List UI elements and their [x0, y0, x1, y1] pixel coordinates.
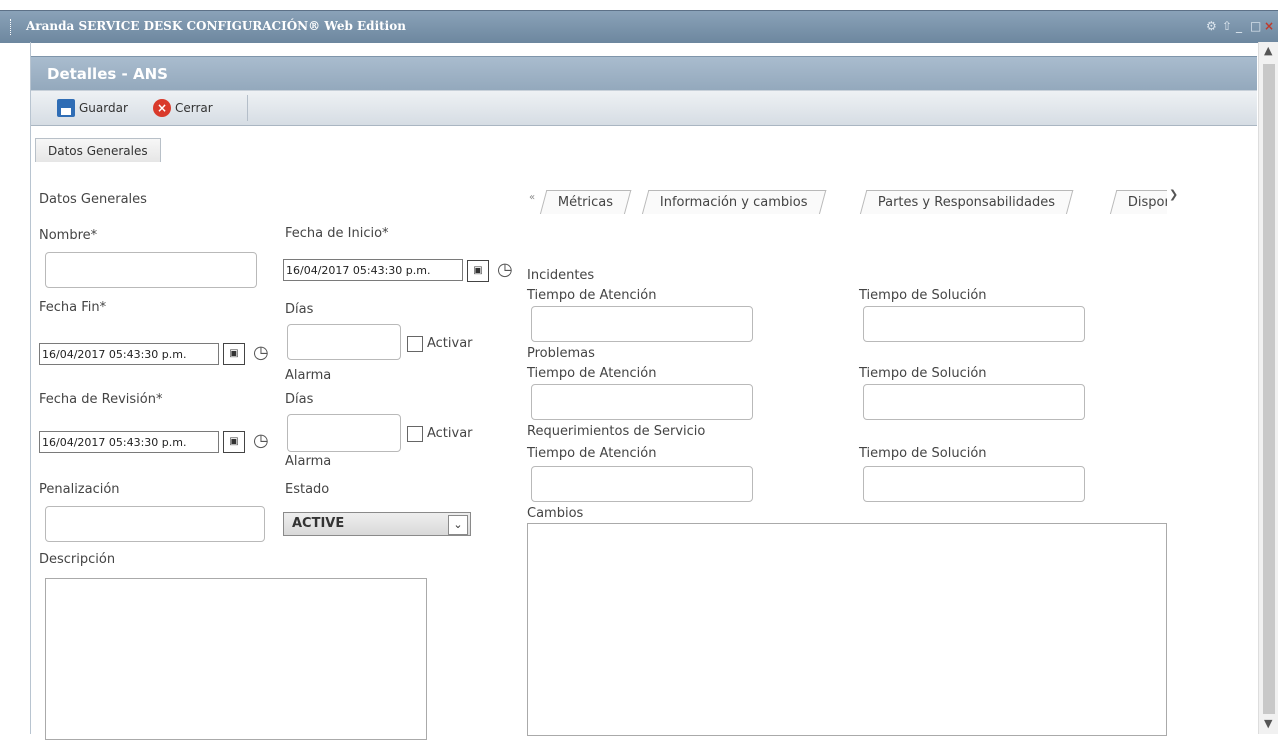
estado-select[interactable]: ACTIVE ⌄ — [283, 512, 471, 536]
cambios-textarea[interactable] — [527, 523, 1167, 736]
scroll-thumb[interactable] — [1263, 64, 1275, 714]
penalizacion-input[interactable] — [45, 506, 265, 542]
close-label: Cerrar — [175, 101, 213, 115]
maximize-button[interactable]: □ — [1250, 19, 1261, 33]
details-panel: Detalles - ANS Guardar × Cerrar Datos Ge… — [30, 42, 1257, 740]
tab-datos-generales[interactable]: Datos Generales — [35, 138, 161, 162]
fecha-revision-label: Fecha de Revisión* — [39, 392, 163, 407]
toolbar-divider — [247, 95, 248, 121]
titlebar-grip — [10, 19, 15, 35]
scroll-down-icon[interactable]: ▼ — [1264, 717, 1272, 730]
solucion-label: Tiempo de Solución — [859, 446, 987, 461]
save-label: Guardar — [79, 101, 128, 115]
window-title: Aranda SERVICE DESK CONFIGURACIÓN® Web E… — [26, 19, 406, 33]
fecha-inicio-input[interactable]: 16/04/2017 05:43:30 p.m. — [283, 259, 463, 281]
tab-partes-responsabilidades[interactable]: Partes y Responsabilidades — [859, 190, 1074, 214]
cambios-label: Cambios — [527, 506, 584, 521]
scroll-up-icon[interactable]: ▲ — [1264, 44, 1272, 57]
dias-input[interactable] — [287, 324, 401, 360]
dias-label: Días — [285, 392, 314, 407]
activar-checkbox[interactable] — [407, 426, 423, 442]
requerimientos-label: Requerimientos de Servicio — [527, 424, 706, 439]
nombre-label: Nombre* — [39, 228, 98, 243]
solucion-label: Tiempo de Solución — [859, 288, 987, 303]
calendar-icon[interactable]: ▣ — [467, 260, 489, 282]
chevron-down-icon[interactable]: ⌄ — [448, 515, 468, 535]
penalizacion-label: Penalización — [39, 482, 120, 497]
tabs-scroll-right-icon[interactable]: ❯ — [1169, 188, 1178, 201]
incidentes-label: Incidentes — [527, 268, 595, 283]
calendar-icon[interactable]: ▣ — [223, 431, 245, 453]
alarma-label: Alarma — [285, 368, 332, 383]
nombre-input[interactable] — [45, 252, 257, 288]
panel-title: Detalles - ANS — [47, 65, 168, 83]
minimize-button[interactable]: _ — [1236, 19, 1242, 33]
save-icon — [57, 99, 75, 117]
problemas-atencion-input[interactable] — [531, 384, 753, 420]
atencion-label: Tiempo de Atención — [527, 288, 657, 303]
window-titlebar: Aranda SERVICE DESK CONFIGURACIÓN® Web E… — [0, 10, 1278, 43]
tab-disponibilidad[interactable]: Disponi — [1109, 190, 1167, 214]
tab-informacion-cambios[interactable]: Información y cambios — [641, 190, 826, 214]
problemas-solucion-input[interactable] — [863, 384, 1085, 420]
restore-up-icon[interactable]: ⇧ — [1222, 19, 1232, 33]
fecha-fin-label: Fecha Fin* — [39, 300, 107, 315]
activar-label: Activar — [427, 336, 473, 351]
fecha-inicio-label: Fecha de Inicio* — [285, 226, 389, 241]
alarma-label: Alarma — [285, 454, 332, 469]
toolbar: Guardar × Cerrar — [31, 90, 1257, 126]
section-title: Datos Generales — [39, 192, 147, 207]
calendar-icon[interactable]: ▣ — [223, 343, 245, 365]
close-button[interactable]: × Cerrar — [153, 99, 213, 117]
solucion-label: Tiempo de Solución — [859, 366, 987, 381]
close-window-button[interactable]: × — [1264, 19, 1274, 33]
fecha-fin-input[interactable]: 16/04/2017 05:43:30 p.m. — [39, 343, 219, 365]
requerimientos-atencion-input[interactable] — [531, 466, 753, 502]
panel-header: Detalles - ANS — [31, 56, 1257, 91]
atencion-label: Tiempo de Atención — [527, 366, 657, 381]
estado-value: ACTIVE — [292, 516, 345, 531]
descripcion-textarea[interactable] — [45, 578, 427, 740]
alarm-clock-icon[interactable]: ◷ — [497, 260, 517, 280]
close-icon: × — [153, 99, 171, 117]
vertical-scrollbar[interactable]: ▲ ▼ — [1258, 42, 1278, 734]
descripcion-label: Descripción — [39, 552, 116, 567]
requerimientos-solucion-input[interactable] — [863, 466, 1085, 502]
tab-metricas[interactable]: Métricas — [539, 190, 632, 214]
dias-input[interactable] — [287, 414, 401, 452]
activar-checkbox[interactable] — [407, 336, 423, 352]
alarm-clock-icon[interactable]: ◷ — [253, 431, 273, 451]
subtabs-strip: Métricas Información y cambios Partes y … — [527, 188, 1167, 214]
save-button[interactable]: Guardar — [57, 99, 128, 117]
dias-label: Días — [285, 302, 314, 317]
fecha-revision-input[interactable]: 16/04/2017 05:43:30 p.m. — [39, 431, 219, 453]
incidentes-solucion-input[interactable] — [863, 306, 1085, 342]
estado-label: Estado — [285, 482, 330, 497]
atencion-label: Tiempo de Atención — [527, 446, 657, 461]
activar-label: Activar — [427, 426, 473, 441]
problemas-label: Problemas — [527, 346, 595, 361]
alarm-clock-icon[interactable]: ◷ — [253, 343, 273, 363]
incidentes-atencion-input[interactable] — [531, 306, 753, 342]
pin-icon[interactable]: ⚙ — [1206, 19, 1217, 33]
